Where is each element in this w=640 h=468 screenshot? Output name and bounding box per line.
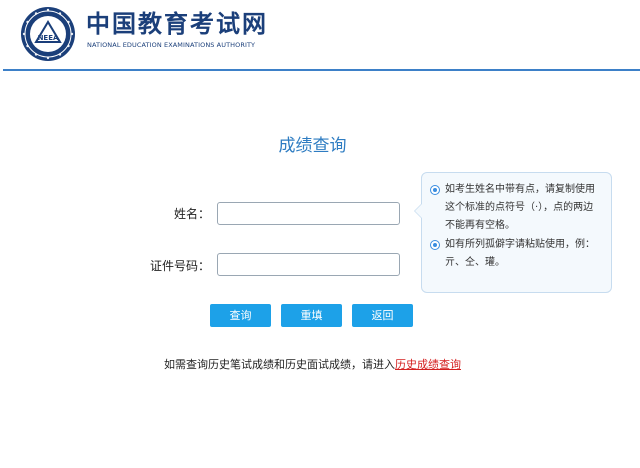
neea-logo-icon: NEEA: [21, 7, 75, 61]
site-header: NEEA 中国教育考试网 NATIONAL EDUCATION EXAMINAT…: [0, 0, 640, 70]
id-number-input[interactable]: [217, 253, 400, 276]
tip-text: 如有所列孤僻字请粘贴使用，例：亓、仝、瓘。: [445, 239, 595, 268]
svg-text:NEEA: NEEA: [38, 34, 59, 42]
history-note-text: 如需查询历史笔试成绩和历史面试成绩，请进入: [164, 358, 395, 371]
name-label: 姓名：: [173, 207, 210, 221]
tip-text: 如考生姓名中带有点，请复制使用这个标准的点符号（·），点的两边不能再有空格。: [445, 184, 595, 231]
brand-title[interactable]: 中国教育考试网: [86, 10, 268, 38]
tips-pointer: [414, 203, 422, 219]
history-score-link[interactable]: 历史成绩查询: [395, 358, 461, 371]
page-title: 成绩查询: [278, 136, 347, 156]
query-button[interactable]: 查询: [210, 304, 271, 327]
name-input[interactable]: [217, 202, 400, 225]
back-button[interactable]: 返回: [352, 304, 413, 327]
brand-subtitle: NATIONAL EDUCATION EXAMINATIONS AUTHORIT…: [87, 41, 256, 49]
radio-bullet-icon: [430, 240, 440, 250]
neea-logo[interactable]: NEEA: [20, 6, 76, 62]
id-number-label: 证件号码：: [149, 259, 210, 273]
header-divider: [3, 69, 640, 71]
reset-button[interactable]: 重填: [281, 304, 342, 327]
tips-box: 如考生姓名中带有点，请复制使用这个标准的点符号（·），点的两边不能再有空格。 如…: [414, 172, 612, 293]
tip-item: 如有所列孤僻字请粘贴使用，例：亓、仝、瓘。: [430, 236, 603, 272]
tip-item: 如考生姓名中带有点，请复制使用这个标准的点符号（·），点的两边不能再有空格。: [430, 181, 603, 235]
radio-bullet-icon: [430, 185, 440, 195]
history-note: 如需查询历史笔试成绩和历史面试成绩，请进入历史成绩查询: [0, 358, 625, 372]
